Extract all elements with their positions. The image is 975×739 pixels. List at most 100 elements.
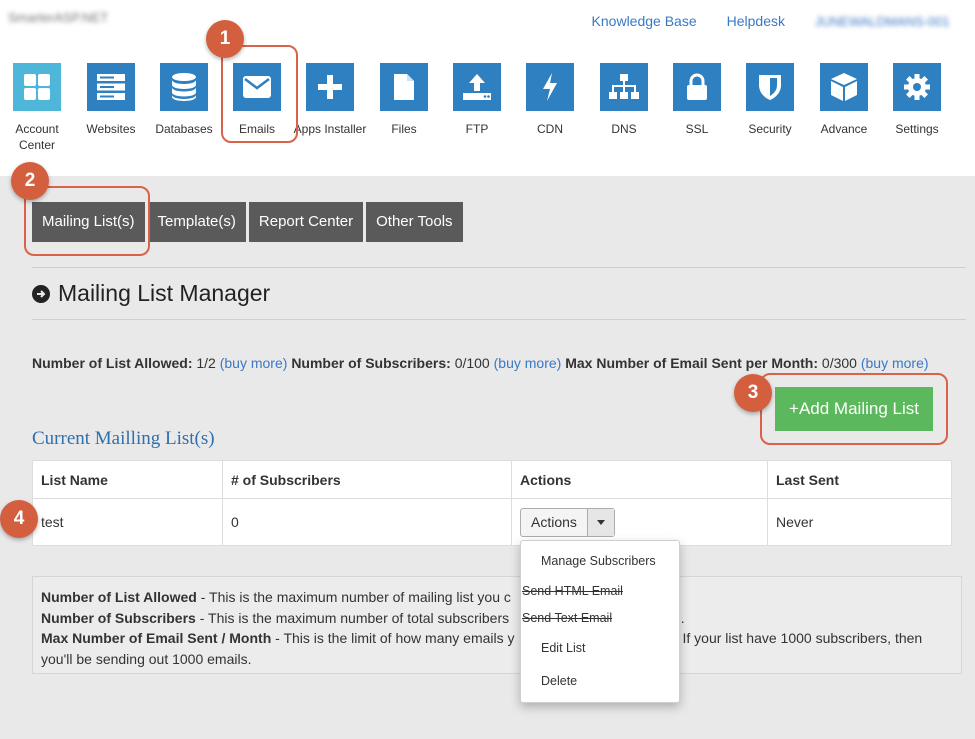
- tab-other-tools[interactable]: Other Tools: [366, 202, 463, 242]
- info-term: Number of List Allowed: [41, 589, 197, 605]
- nav-label: Files: [391, 122, 417, 136]
- server-icon: [87, 63, 135, 111]
- callout-badge: 4: [0, 500, 38, 538]
- upload-icon: [453, 63, 501, 111]
- nav-dns[interactable]: DNS: [587, 63, 661, 137]
- nav-label: Apps Installer: [293, 122, 367, 136]
- main-nav: Account Center Websites Databases Emails: [0, 63, 975, 163]
- nav-ssl[interactable]: SSL: [660, 63, 734, 137]
- list-name-cell: test: [32, 498, 223, 546]
- nav-apps-installer[interactable]: Apps Installer: [293, 63, 367, 137]
- info-text: - This is the limit of how many emails y: [271, 630, 515, 646]
- nav-ftp[interactable]: FTP: [440, 63, 514, 137]
- column-header: # of Subscribers: [222, 460, 512, 499]
- knowledge-base-link[interactable]: Knowledge Base: [592, 13, 697, 29]
- lists-allowed-label: Number of List Allowed:: [32, 355, 193, 371]
- nav-security[interactable]: Security: [733, 63, 807, 137]
- nav-label: DNS: [611, 122, 637, 136]
- subscribers-value: 0/100: [454, 355, 490, 371]
- max-emails-value: 0/300: [821, 355, 857, 371]
- buy-more-subscribers-link[interactable]: (buy more): [494, 355, 562, 371]
- nav-files[interactable]: Files: [367, 63, 441, 137]
- buy-more-lists-link[interactable]: (buy more): [220, 355, 288, 371]
- user-account-link[interactable]: JUNEWALDMANS-001: [815, 14, 975, 29]
- info-term: Number of Subscribers: [41, 609, 196, 626]
- nav-label: Websites: [86, 122, 136, 136]
- divider: [32, 267, 966, 268]
- column-header: Last Sent: [767, 460, 952, 499]
- column-header: Actions: [511, 460, 768, 499]
- info-text: If your list have 1000 subscribers, then: [682, 630, 923, 646]
- nav-cdn[interactable]: CDN: [513, 63, 587, 137]
- plus-icon: [306, 63, 354, 111]
- nav-label: FTP: [465, 122, 489, 136]
- page-title-text: Mailing List Manager: [58, 280, 271, 306]
- actions-cell: Actions: [511, 498, 768, 546]
- brand-logo: SmarterASP.NET: [8, 10, 109, 25]
- page-title: Mailing List Manager: [32, 280, 270, 307]
- shield-icon: [746, 63, 794, 111]
- callout-badge: 2: [11, 162, 49, 200]
- callout-frame: [221, 45, 298, 143]
- actions-label: Actions: [531, 513, 577, 530]
- arrow-circle-icon: [32, 284, 50, 303]
- tab-templates[interactable]: Template(s): [147, 202, 246, 242]
- cube-icon: [820, 63, 868, 111]
- file-icon: [380, 63, 428, 111]
- callout-frame: [760, 373, 948, 445]
- gear-icon: [893, 63, 941, 111]
- tab-report-center[interactable]: Report Center: [248, 202, 364, 242]
- subscribers-label: Number of Subscribers:: [291, 355, 451, 371]
- info-panel: Number of List Allowed - This is the max…: [32, 576, 962, 674]
- actions-dropdown-menu: Manage Subscribers Send HTML Email Send …: [520, 540, 680, 703]
- lightning-icon: [526, 63, 574, 111]
- menu-item-delete[interactable]: Delete: [541, 674, 577, 688]
- column-header: List Name: [32, 460, 223, 499]
- info-text: - This is the maximum number of mailing …: [196, 589, 511, 605]
- last-sent-cell: Never: [767, 498, 952, 546]
- callout-frame: [24, 186, 150, 256]
- table-header-row: List Name # of Subscribers Actions Last …: [32, 460, 952, 499]
- sitemap-icon: [600, 63, 648, 111]
- info-line: you'll be sending out 1000 emails.: [41, 650, 252, 667]
- menu-item-edit-list[interactable]: Edit List: [541, 641, 585, 655]
- max-emails-label: Max Number of Email Sent per Month:: [565, 355, 819, 371]
- info-line: Max Number of Email Sent / Month - This …: [41, 628, 953, 649]
- lists-allowed-value: 1/2: [196, 355, 216, 371]
- actions-dropdown-button[interactable]: Actions: [520, 507, 615, 537]
- usage-stats: Number of List Allowed: 1/2 (buy more) N…: [32, 355, 929, 371]
- menu-item-send-html-email[interactable]: Send HTML Email: [522, 584, 623, 598]
- top-links: Knowledge Base Helpdesk JUNEWALDMANS-001: [592, 13, 975, 29]
- nav-advance[interactable]: Advance: [807, 63, 881, 137]
- nav-label: CDN: [537, 122, 563, 136]
- nav-label: Advance: [820, 122, 868, 136]
- info-line: Number of List Allowed - This is the max…: [41, 587, 953, 608]
- database-icon: [160, 63, 208, 111]
- nav-label: Settings: [895, 122, 939, 136]
- info-text: - This is the maximum number of total su…: [195, 609, 510, 626]
- nav-label: Databases: [155, 122, 213, 136]
- menu-item-manage-subscribers[interactable]: Manage Subscribers: [541, 554, 656, 568]
- top-header: SmarterASP.NET Knowledge Base Helpdesk J…: [0, 0, 975, 176]
- chevron-down-icon[interactable]: [586, 508, 614, 536]
- divider: [32, 319, 966, 320]
- lock-icon: [673, 63, 721, 111]
- mailing-list-table: List Name # of Subscribers Actions Last …: [32, 460, 952, 546]
- menu-item-send-text-email[interactable]: Send Text Email: [522, 611, 612, 625]
- nav-databases[interactable]: Databases: [147, 63, 221, 137]
- nav-label: Security: [748, 122, 792, 136]
- buy-more-emails-link[interactable]: (buy more): [861, 355, 929, 371]
- nav-websites[interactable]: Websites: [74, 63, 148, 137]
- nav-label: Account Center: [15, 122, 59, 152]
- info-line: Number of Subscribers - This is the maxi…: [41, 608, 953, 629]
- subscribers-cell: 0: [222, 498, 512, 546]
- helpdesk-link[interactable]: Helpdesk: [727, 13, 785, 29]
- callout-badge: 3: [734, 374, 772, 412]
- table-row: test 0 Actions Never: [32, 498, 952, 546]
- info-term: Max Number of Email Sent / Month: [41, 630, 272, 646]
- nav-account-center[interactable]: Account Center: [0, 63, 74, 153]
- callout-badge: 1: [206, 20, 244, 58]
- grid-icon: [13, 63, 61, 111]
- nav-settings[interactable]: Settings: [880, 63, 954, 137]
- nav-label: SSL: [685, 122, 709, 136]
